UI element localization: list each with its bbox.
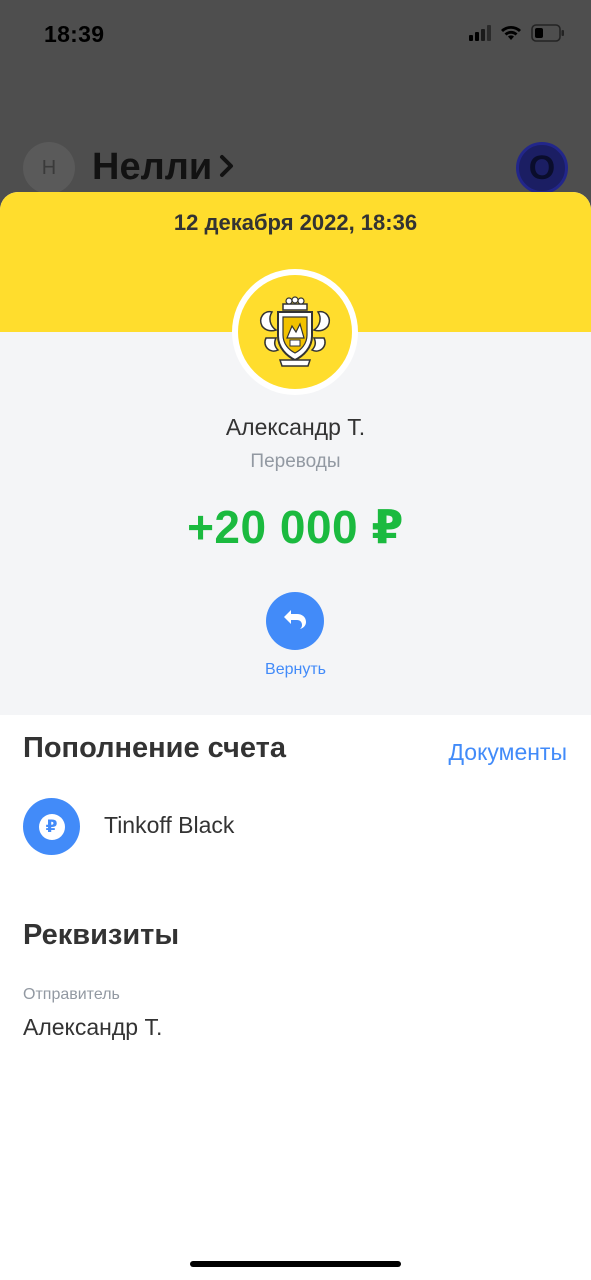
details-section-title: Реквизиты: [23, 919, 180, 951]
background-chat-header: Н Нелли О: [0, 130, 591, 200]
tinkoff-emblem-icon: [238, 275, 352, 389]
account-name[interactable]: Tinkoff Black: [104, 812, 234, 839]
operation-category: Переводы: [250, 451, 341, 472]
status-time: 18:39: [44, 21, 105, 47]
operation-amount: +20 000 ₽: [187, 501, 404, 553]
bank-avatar: О: [516, 142, 568, 194]
battery-icon: [531, 24, 565, 47]
contact-avatar: Н: [23, 142, 75, 194]
ruble-icon: ₽: [38, 813, 65, 840]
sender-field-label: Отправитель: [23, 986, 120, 1003]
sender-name: Александр Т.: [225, 414, 366, 440]
bank-logo: [232, 269, 358, 395]
return-label[interactable]: Вернуть: [0, 661, 591, 679]
status-icons: [469, 24, 565, 47]
status-bar: 18:39: [0, 0, 591, 70]
undo-arrow-icon: [281, 607, 309, 636]
cellular-signal-icon: [469, 25, 491, 46]
operation-sheet: 12 декабря 2022, 18:36 Александр Т. Пере…: [0, 192, 591, 1280]
contact-name: Нелли: [92, 146, 236, 189]
return-button[interactable]: [266, 592, 324, 650]
account-section-title: Пополнение счета: [23, 732, 286, 764]
documents-link[interactable]: Документы: [448, 739, 567, 766]
sender-field-value: Александр Т.: [23, 1014, 163, 1040]
home-indicator[interactable]: [190, 1261, 401, 1267]
chevron-right-icon: [218, 146, 236, 189]
contact-name-text: Нелли: [92, 146, 213, 188]
wifi-icon: [500, 25, 522, 46]
operation-date: 12 декабря 2022, 18:36: [173, 210, 418, 235]
account-icon: ₽: [23, 798, 80, 855]
